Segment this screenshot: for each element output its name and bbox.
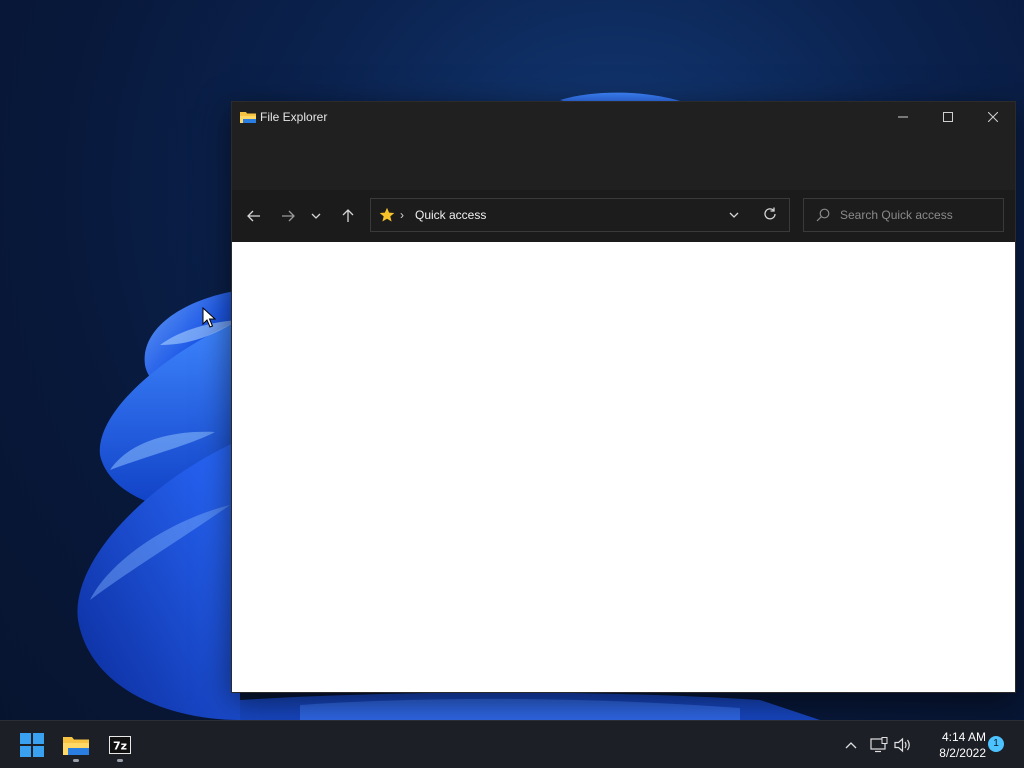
navigation-bar: › Quick access	[232, 190, 1015, 242]
folder-icon	[63, 737, 89, 755]
network-icon	[870, 737, 888, 753]
search-input[interactable]	[840, 205, 996, 225]
back-button[interactable]	[240, 205, 268, 227]
chevron-down-icon	[311, 213, 321, 219]
minimize-icon	[898, 116, 908, 118]
file-explorer-window: File Explorer › Quick access	[231, 101, 1016, 693]
running-indicator	[117, 759, 123, 762]
forward-button[interactable]	[274, 205, 302, 227]
svg-text:7z: 7z	[113, 740, 127, 753]
maximize-icon	[943, 112, 953, 122]
minimize-button[interactable]	[880, 102, 926, 132]
file-list-pane[interactable]	[232, 242, 1015, 692]
show-hidden-icons-button[interactable]	[839, 733, 863, 757]
arrow-right-icon	[282, 210, 295, 222]
taskbar-file-explorer[interactable]	[56, 725, 96, 765]
speaker-icon	[894, 737, 910, 753]
close-icon	[988, 112, 998, 122]
window-title: File Explorer	[260, 110, 328, 124]
search-box[interactable]	[803, 198, 1004, 232]
address-bar[interactable]: › Quick access	[370, 198, 790, 232]
command-bar	[232, 132, 1015, 190]
arrow-up-icon	[342, 209, 354, 222]
breadcrumb-location[interactable]: Quick access	[415, 208, 486, 222]
chevron-down-icon[interactable]	[729, 208, 739, 222]
notification-badge[interactable]: 1	[988, 736, 1004, 752]
maximize-button[interactable]	[925, 102, 971, 132]
chevron-up-icon	[845, 742, 857, 749]
search-icon	[816, 208, 830, 222]
breadcrumb-separator: ›	[400, 208, 404, 222]
windows-start-icon	[20, 733, 44, 757]
network-button[interactable]	[867, 733, 891, 757]
clock-time: 4:14 AM	[941, 730, 986, 744]
7zip-icon: 7z	[109, 736, 131, 754]
arrow-left-icon	[247, 210, 260, 222]
refresh-icon[interactable]	[763, 207, 777, 221]
title-bar[interactable]: File Explorer	[232, 102, 1015, 132]
running-indicator	[73, 759, 79, 762]
taskbar-7zip[interactable]: 7z	[100, 725, 140, 765]
clock[interactable]: 4:14 AM 8/2/2022	[918, 729, 986, 761]
start-button[interactable]	[12, 725, 52, 765]
clock-date: 8/2/2022	[939, 746, 986, 760]
close-button[interactable]	[970, 102, 1016, 132]
recent-locations-button[interactable]	[306, 205, 326, 227]
volume-button[interactable]	[891, 733, 915, 757]
mouse-pointer-icon	[202, 307, 216, 328]
taskbar: 7z 4:14 AM 8/2/2022	[0, 720, 1024, 768]
star-icon	[379, 207, 395, 222]
up-button[interactable]	[334, 205, 362, 227]
folder-icon	[240, 112, 256, 123]
